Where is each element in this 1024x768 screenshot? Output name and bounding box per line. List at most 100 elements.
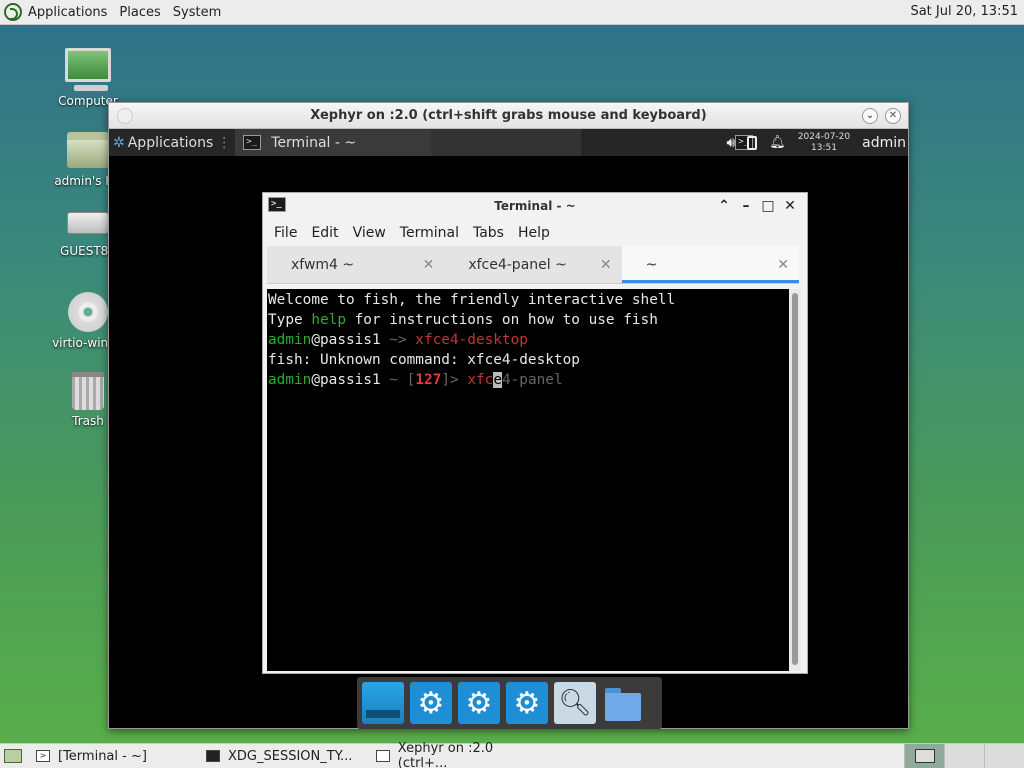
typed-command: xfc — [467, 372, 494, 388]
menu-view[interactable]: View — [346, 225, 393, 241]
taskbar-item-label: Xephyr on :2.0 (ctrl+... — [397, 741, 494, 768]
show-desktop-icon[interactable] — [4, 749, 22, 763]
inner-time: 13:51 — [811, 142, 837, 153]
menu-edit[interactable]: Edit — [304, 225, 345, 241]
menu-terminal[interactable]: Terminal — [393, 225, 466, 241]
maximize-icon[interactable]: □ — [759, 197, 777, 215]
prompt-host: @passis1 — [311, 332, 381, 348]
home-folder-icon — [67, 132, 109, 168]
notification-bell-icon[interactable]: 🔔︎ — [769, 135, 786, 150]
taskbar-item-label: [Terminal - ~] — [58, 748, 147, 764]
terminal-icon: >_ — [243, 135, 262, 150]
shade-icon[interactable]: ⌃ — [715, 197, 733, 215]
applications-menu-label: Applications — [28, 4, 108, 20]
inner-task-label: Terminal - ~ — [271, 134, 357, 151]
applications-menu[interactable]: Applications — [0, 0, 113, 25]
clock[interactable]: Sat Jul 20, 13:51 — [910, 4, 1018, 19]
taskbar-item-xephyr[interactable]: Xephyr on :2.0 (ctrl+... — [370, 741, 550, 768]
volume-icon[interactable]: 🔊︎ — [726, 135, 735, 151]
tab-xfwm4[interactable]: xfwm4 ~ ✕ — [267, 246, 444, 283]
settings-icon[interactable]: ⚙ — [506, 682, 548, 724]
status-bracket: [ — [406, 372, 416, 388]
workspace-1[interactable] — [904, 744, 944, 768]
taskbar-item-label: XDG_SESSION_TY... — [228, 748, 353, 764]
tab-label: xfwm4 ~ — [291, 257, 355, 273]
terminal-line: Welcome to fish, the friendly interactiv… — [268, 290, 789, 310]
tab-label: ~ — [645, 257, 658, 273]
settings-icon[interactable]: ⚙ — [458, 682, 500, 724]
status-bracket: ] — [441, 372, 450, 388]
close-icon[interactable]: ✕ — [781, 197, 799, 215]
computer-icon — [65, 48, 111, 91]
app-finder-icon[interactable]: 🔍︎ — [554, 682, 596, 724]
window-menu-icon[interactable] — [117, 108, 133, 124]
terminal-scrollbar[interactable] — [789, 289, 801, 671]
line-text: Type — [268, 312, 312, 328]
prompt-user: admin — [268, 372, 312, 388]
xephyr-title: Xephyr on :2.0 (ctrl+shift grabs mouse a… — [310, 108, 707, 123]
tab-home[interactable]: ~ ✕ — [621, 246, 799, 284]
tab-close-icon[interactable]: ✕ — [600, 246, 612, 284]
tab-label: xfce4-panel ~ — [468, 257, 567, 273]
prompt-cwd: ~ — [380, 372, 407, 388]
desktop-icon-computer[interactable]: Computer — [38, 48, 138, 108]
distro-logo-icon — [4, 3, 22, 21]
taskbar-item-xdg-session[interactable]: XDG_SESSION_TY... — [200, 744, 370, 768]
terminal-tabbar: xfwm4 ~ ✕ xfce4-panel ~ ✕ ~ ✕ — [267, 246, 799, 284]
menu-tabs[interactable]: Tabs — [466, 225, 511, 241]
settings-icon[interactable]: ⚙ — [410, 682, 452, 724]
tab-close-icon[interactable]: ✕ — [423, 246, 435, 284]
line-text: Welcome to fish, the friendly interactiv… — [268, 292, 676, 308]
terminal-title: Terminal - ~ — [494, 199, 576, 213]
close-icon[interactable]: ✕ — [885, 108, 901, 124]
xephyr-titlebar[interactable]: Xephyr on :2.0 (ctrl+shift grabs mouse a… — [109, 103, 908, 129]
terminal-icon: > — [36, 750, 50, 762]
workspace-3[interactable] — [984, 744, 1024, 768]
terminal-icon — [206, 750, 220, 762]
inner-dock: ⚙ ⚙ ⚙ 🔍︎ — [357, 677, 662, 729]
help-keyword: help — [311, 312, 346, 328]
terminal-titlebar[interactable]: >_ Terminal - ~ ⌃ – □ ✕ — [263, 193, 807, 220]
terminal-line: Type help for instructions on how to use… — [268, 310, 789, 330]
xfce-logo-icon: ✲ — [113, 134, 125, 151]
prompt-host: @passis1 — [311, 372, 381, 388]
places-menu[interactable]: Places — [113, 0, 166, 25]
minimize-icon[interactable]: ⌄ — [862, 108, 878, 124]
prompt-user: admin — [268, 332, 312, 348]
workspace-2[interactable] — [944, 744, 984, 768]
scrollbar-thumb[interactable] — [792, 293, 798, 665]
inner-applications-menu[interactable]: ✲ Applications ⋮ — [109, 129, 235, 156]
terminal-menubar: File Edit View Terminal Tabs Help — [263, 220, 807, 246]
system-menu[interactable]: System — [167, 0, 227, 25]
terminal-window: >_ Terminal - ~ ⌃ – □ ✕ File Edit View T… — [262, 192, 808, 674]
prompt-cwd: ~> — [380, 332, 416, 348]
workspace-switcher — [904, 744, 1024, 768]
terminal-output[interactable]: Welcome to fish, the friendly interactiv… — [267, 289, 789, 671]
inner-taskbar-empty — [431, 129, 582, 156]
folder-icon[interactable] — [602, 682, 644, 724]
battery-icon[interactable] — [747, 135, 758, 150]
bottom-panel: > [Terminal - ~] XDG_SESSION_TY... Xephy… — [0, 741, 1024, 768]
inner-user-menu[interactable]: admin — [862, 135, 906, 151]
window-icon — [376, 750, 390, 762]
autosuggestion: 4-panel — [501, 372, 563, 388]
terminal-line: fish: Unknown command: xfce4-desktop — [268, 350, 789, 370]
inner-clock[interactable]: 2024-07-20 13:51 — [798, 132, 850, 154]
error-message: fish: Unknown command: xfce4-desktop — [268, 352, 580, 368]
taskbar-item-terminal[interactable]: > [Terminal - ~] — [30, 744, 200, 768]
screen-icon[interactable] — [362, 682, 404, 724]
prompt-gt: > — [449, 372, 468, 388]
inner-xfce-panel: ✲ Applications ⋮ >_ Terminal - ~ >_ 🔊︎ 🔔… — [109, 129, 908, 156]
inner-taskbar-terminal[interactable]: >_ Terminal - ~ — [235, 129, 432, 156]
menu-file[interactable]: File — [267, 225, 304, 241]
tab-close-icon[interactable]: ✕ — [777, 246, 789, 284]
minimize-icon[interactable]: – — [737, 197, 755, 215]
inner-applications-label: Applications — [127, 134, 214, 151]
text-cursor: e — [493, 372, 502, 388]
menu-help[interactable]: Help — [511, 225, 557, 241]
window-thumbnail-icon — [914, 749, 935, 763]
exit-status: 127 — [415, 372, 442, 388]
terminal-line: admin@passis1 ~> xfce4-desktop — [268, 330, 789, 350]
tab-xfce4-panel[interactable]: xfce4-panel ~ ✕ — [444, 246, 621, 283]
separator-handle-icon: ⋮ — [217, 134, 232, 151]
